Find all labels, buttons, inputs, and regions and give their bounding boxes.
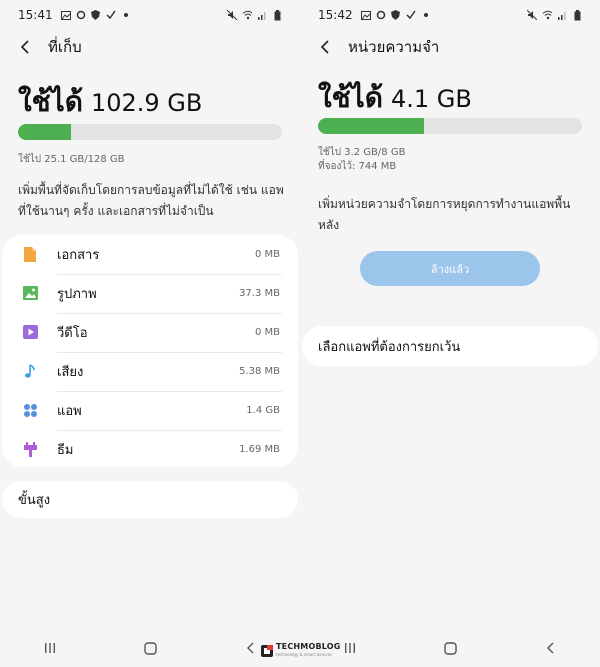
list-item-label: เอกสาร <box>57 248 100 263</box>
battery-icon <box>272 9 282 20</box>
settings-notification-icon <box>76 10 86 20</box>
available-label: ใช้ได้ <box>318 81 383 114</box>
video-icon <box>22 324 38 340</box>
home-icon <box>443 641 457 655</box>
back-arrow-icon <box>320 40 329 54</box>
back-button[interactable] <box>14 36 36 58</box>
memory-screen: 15:42 หน่วยความจำ ใช้ได้ 4.1 GB ใช้ไป 3.… <box>300 0 600 667</box>
clean-now-button[interactable]: ล้างแล้ว <box>360 251 540 286</box>
image-icon <box>22 285 38 301</box>
list-item-size: 1.69 MB <box>239 444 280 455</box>
signal-icon <box>557 10 567 20</box>
list-item-video[interactable]: วีดีโอ 0 MB <box>2 313 298 352</box>
used-of-total: ใช้ไป 25.1 GB/128 GB <box>18 154 125 165</box>
check-notification-icon <box>106 10 116 20</box>
exclude-apps-button[interactable]: เลือกแอพที่ต้องการยกเว้น <box>302 326 598 366</box>
list-item-apps[interactable]: แอพ 1.4 GB <box>2 391 298 430</box>
nav-back-icon <box>247 642 254 654</box>
memory-progress-fill <box>318 118 424 134</box>
nav-back-button[interactable] <box>535 638 565 658</box>
theme-brush-icon <box>22 441 38 457</box>
dot-notification-icon <box>421 10 431 20</box>
app-bar: ที่เก็บ <box>0 33 300 61</box>
storage-progress-fill <box>18 124 71 140</box>
nav-back-icon <box>547 642 554 654</box>
list-item-audio[interactable]: เสียง 5.38 MB <box>2 352 298 391</box>
battery-icon <box>572 9 582 20</box>
watermark-subtext: technology & smart devices <box>276 652 333 657</box>
page-title: ที่เก็บ <box>48 38 82 56</box>
used-of-total: ใช้ไป 3.2 GB/8 GB <box>318 147 406 158</box>
list-item-label: ธีม <box>57 443 74 458</box>
settings-notification-icon <box>376 10 386 20</box>
music-note-icon <box>22 363 38 379</box>
memory-progress-bar <box>318 118 582 134</box>
list-item-size: 0 MB <box>254 249 280 260</box>
storage-description: เพิ่มพื้นที่จัดเก็บโดยการลบข้อมูลที่ไม่ไ… <box>18 183 284 218</box>
list-item-size: 37.3 MB <box>239 288 280 299</box>
divider <box>57 352 282 353</box>
dot-notification-icon <box>121 10 131 20</box>
techmoblog-logo-icon <box>261 645 273 657</box>
storage-screen: 15:41 ที่เก็บ ใช้ได้ 102.9 GB ใช้ไป 25.1… <box>0 0 300 667</box>
app-bar: หน่วยความจำ <box>300 33 600 61</box>
document-icon <box>22 246 38 262</box>
navigation-bar <box>300 629 600 667</box>
mute-icon <box>227 10 237 20</box>
status-time: 15:41 <box>18 8 53 22</box>
shield-notification-icon <box>91 10 101 20</box>
wifi-icon <box>242 10 252 20</box>
available-value: 102.9 GB <box>90 89 203 117</box>
signal-icon <box>257 10 267 20</box>
available-label: ใช้ได้ <box>18 85 83 118</box>
list-item-size: 5.38 MB <box>239 366 280 377</box>
status-time: 15:42 <box>318 8 353 22</box>
list-item-themes[interactable]: ธีม 1.69 MB <box>2 430 298 469</box>
home-button[interactable] <box>135 638 165 658</box>
back-arrow-icon <box>20 40 29 54</box>
divider <box>57 391 282 392</box>
divider <box>57 313 282 314</box>
list-item-label: เสียง <box>57 365 84 380</box>
storage-progress-bar <box>18 124 282 140</box>
available-summary: ใช้ได้ 102.9 GB <box>18 80 202 124</box>
list-item-label: แอพ <box>57 404 82 419</box>
status-bar: 15:41 <box>0 0 300 30</box>
advanced-button[interactable]: ขั้นสูง <box>2 481 298 518</box>
page-title: หน่วยความจำ <box>348 38 440 56</box>
watermark-text: TECHMOBLOG <box>276 642 341 651</box>
list-item-size: 0 MB <box>254 327 280 338</box>
back-button[interactable] <box>314 36 336 58</box>
list-item-size: 1.4 GB <box>246 405 280 416</box>
divider <box>57 430 282 431</box>
reserved-memory: ที่จองไว้: 744 MB <box>318 161 397 172</box>
list-item-documents[interactable]: เอกสาร 0 MB <box>2 235 298 274</box>
list-item-label: รูปภาพ <box>57 287 97 302</box>
list-item-label: วีดีโอ <box>57 326 88 341</box>
mute-icon <box>527 10 537 20</box>
shield-notification-icon <box>391 10 401 20</box>
status-bar: 15:42 <box>300 0 600 30</box>
recents-icon <box>345 643 355 653</box>
wifi-icon <box>542 10 552 20</box>
home-button[interactable] <box>435 638 465 658</box>
check-notification-icon <box>406 10 416 20</box>
available-summary: ใช้ได้ 4.1 GB <box>318 76 472 120</box>
apps-grid-icon <box>22 402 38 418</box>
divider <box>57 274 282 275</box>
navigation-bar <box>0 629 300 667</box>
gallery-notification-icon <box>360 10 371 20</box>
list-item-images[interactable]: รูปภาพ 37.3 MB <box>2 274 298 313</box>
memory-description: เพิ่มหน่วยความจำโดยการหยุดการทำงานแอพพื้… <box>318 197 571 232</box>
home-icon <box>143 641 157 655</box>
techmoblog-watermark: TECHMOBLOG technology & smart devices <box>261 641 345 661</box>
gallery-notification-icon <box>60 10 71 20</box>
available-value: 4.1 GB <box>390 85 472 113</box>
storage-categories-card: เอกสาร 0 MB รูปภาพ 37.3 MB วีดีโอ 0 MB เ… <box>2 235 298 467</box>
recents-icon <box>45 643 55 653</box>
recent-apps-button[interactable] <box>35 638 65 658</box>
